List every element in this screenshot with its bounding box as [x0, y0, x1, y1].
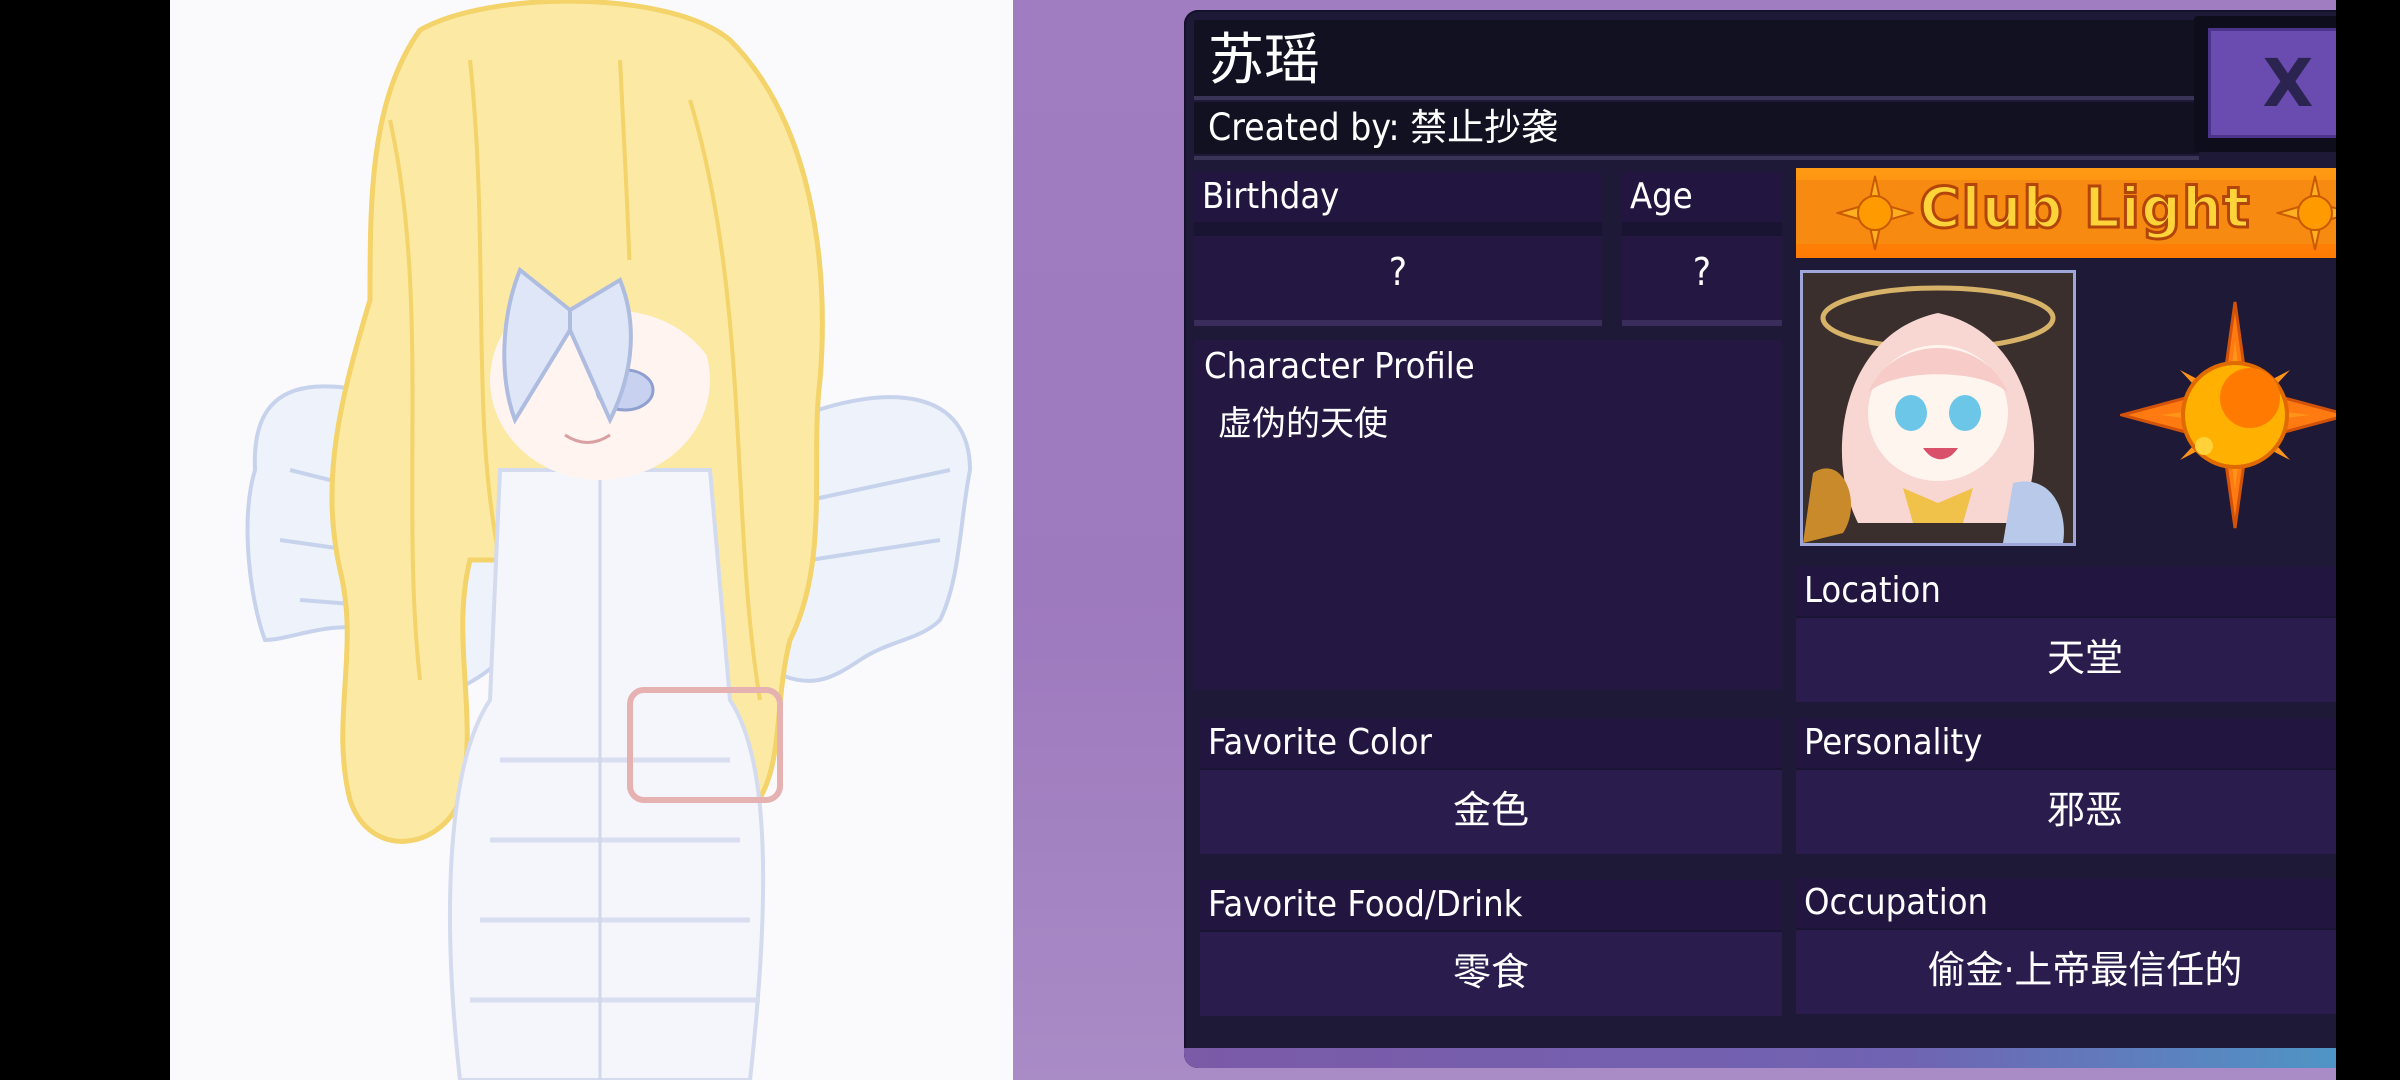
- favorite-food-label: Favorite Food/Drink: [1200, 880, 1782, 930]
- favorite-color-value: 金色: [1200, 770, 1782, 854]
- panel-bottom-strip: [1184, 1048, 2336, 1068]
- character-profile-box: Character Profile 虚伪的天使: [1194, 340, 1782, 690]
- club-name: Club Light: [1918, 175, 2251, 243]
- portrait-image: [1803, 273, 2073, 543]
- close-icon: X: [2262, 45, 2314, 122]
- creator-bar: Created by: 禁止抄袭: [1194, 102, 2199, 154]
- club-banner: Club Light: [1796, 168, 2336, 258]
- location-value: 天堂: [1796, 618, 2336, 702]
- occupation-field: Occupation 偷金·上帝最信任的: [1796, 878, 2336, 1014]
- name-bar: 苏瑶: [1194, 20, 2199, 100]
- close-button[interactable]: X: [2194, 16, 2336, 152]
- birthday-value: ?: [1194, 236, 1602, 326]
- created-by-text: Created by: 禁止抄袭: [1208, 106, 1559, 149]
- age-value: ?: [1622, 236, 1782, 326]
- dress: [448, 468, 766, 1080]
- personality-field: Personality 邪恶: [1796, 718, 2336, 854]
- occupation-label: Occupation: [1796, 878, 2336, 928]
- character-preview-canvas: [170, 0, 1013, 1080]
- birthday-label: Birthday: [1194, 172, 1602, 222]
- character-figure: [245, 0, 973, 1080]
- header-divider: [1194, 156, 2199, 160]
- location-label: Location: [1796, 566, 2336, 616]
- character-portrait[interactable]: [1800, 270, 2076, 546]
- character-profile-text: 虚伪的天使: [1218, 404, 1388, 444]
- age-label: Age: [1622, 172, 1782, 222]
- occupation-value: 偷金·上帝最信任的: [1796, 930, 2336, 1014]
- favorite-color-field: Favorite Color 金色: [1200, 718, 1782, 854]
- app-screen: 苏瑶 Created by: 禁止抄袭 X Birthday ? Age ? C…: [170, 0, 2336, 1080]
- personality-value: 邪恶: [1796, 770, 2336, 854]
- favorite-color-label: Favorite Color: [1200, 718, 1782, 768]
- sun-emblem-icon: [2120, 301, 2336, 529]
- age-field: Age ?: [1622, 172, 1782, 326]
- favorite-food-field: Favorite Food/Drink 零食: [1200, 880, 1782, 1016]
- character-name: 苏瑶: [1208, 28, 1320, 93]
- location-field: Location 天堂: [1796, 566, 2336, 702]
- personality-label: Personality: [1796, 718, 2336, 768]
- birthday-field: Birthday ?: [1194, 172, 1602, 326]
- character-profile-label: Character Profile: [1204, 346, 1475, 387]
- favorite-food-value: 零食: [1200, 932, 1782, 1016]
